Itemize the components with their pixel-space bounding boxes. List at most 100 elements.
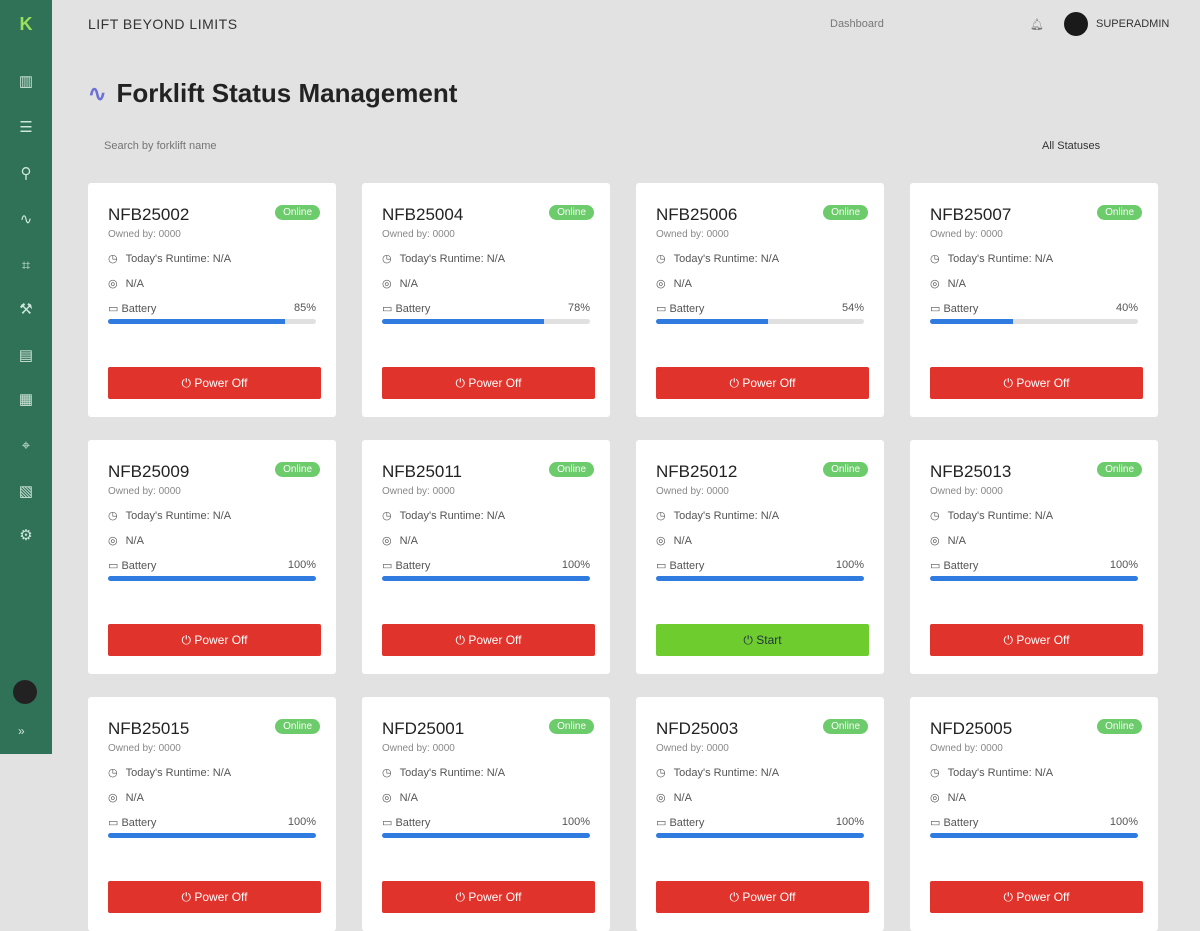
clock-icon: ◷	[930, 767, 940, 779]
battery-fill	[656, 319, 769, 324]
report-icon[interactable]: ▧	[16, 482, 36, 502]
status-badge: Online	[823, 719, 868, 734]
battery-bar	[930, 576, 1138, 581]
battery-fill	[108, 319, 285, 324]
dashboard-icon[interactable]: ▥	[16, 72, 36, 92]
status-badge: Online	[1097, 205, 1142, 220]
power-icon: ⏻	[455, 889, 466, 904]
status-badge: Online	[549, 719, 594, 734]
power-off-button[interactable]: ⏻ Power Off	[930, 881, 1143, 913]
power-icon: ⏻	[1003, 375, 1014, 390]
owner-text: Owned by: 0000	[656, 229, 729, 240]
battery-percent: 100%	[287, 559, 316, 571]
avatar[interactable]	[13, 680, 37, 704]
battery-percent: 54%	[841, 302, 864, 314]
forklift-card: NFB25002 Owned by: 0000 Online ◷ Today's …	[88, 183, 336, 417]
power-off-button[interactable]: ⏻ Power Off	[930, 624, 1143, 656]
user-menu[interactable]: SUPERADMIN	[1064, 12, 1169, 36]
table-icon[interactable]: ▦	[16, 390, 36, 410]
battery-icon: ▭	[656, 560, 667, 572]
activity-icon[interactable]: ∿	[16, 210, 36, 230]
status-badge: Online	[275, 205, 320, 220]
header-nav-text[interactable]: Dashboard	[830, 18, 884, 30]
location-icon: ◎	[382, 278, 392, 290]
map-icon[interactable]: ⌗	[16, 256, 36, 276]
owner-text: Owned by: 0000	[656, 743, 729, 754]
logo-icon[interactable]: K	[16, 14, 36, 34]
button-label: Power Off	[468, 632, 522, 647]
power-icon: ⏻	[455, 375, 466, 390]
battery-fill	[656, 833, 864, 838]
battery-percent: 100%	[561, 559, 590, 571]
settings-icon[interactable]: ⚙	[16, 526, 36, 546]
battery-bar	[382, 319, 590, 324]
clock-icon: ◷	[382, 767, 392, 779]
users-icon[interactable]: ☰	[16, 118, 36, 138]
location-icon[interactable]: ⌖	[16, 436, 36, 456]
owner-text: Owned by: 0000	[108, 229, 181, 240]
clock-icon: ◷	[656, 253, 666, 265]
runtime-text: Today's Runtime: N/A	[673, 766, 780, 779]
battery-label: Battery	[121, 560, 157, 572]
user-avatar	[1064, 12, 1088, 36]
page-title-text: Forklift Status Management	[116, 78, 458, 108]
power-off-button[interactable]: ⏻ Power Off	[656, 367, 869, 399]
battery-label: Battery	[669, 817, 705, 829]
clock-icon: ◷	[656, 767, 666, 779]
runtime-text: Today's Runtime: N/A	[399, 509, 506, 522]
power-off-button[interactable]: ⏻ Power Off	[108, 367, 321, 399]
collapse-icon[interactable]: »	[18, 724, 25, 738]
runtime-text: Today's Runtime: N/A	[125, 766, 232, 779]
button-label: Power Off	[1016, 375, 1070, 390]
list-icon[interactable]: ▤	[16, 346, 36, 366]
status-badge: Online	[275, 462, 320, 477]
location-text: N/A	[673, 791, 692, 804]
battery-percent: 85%	[293, 302, 316, 314]
start-button[interactable]: ⏻ Start	[656, 624, 869, 656]
power-off-button[interactable]: ⏻ Power Off	[382, 624, 595, 656]
location-text: N/A	[947, 791, 966, 804]
location-text: N/A	[673, 277, 692, 290]
status-filter-select[interactable]: All Statuses	[1042, 140, 1100, 152]
location-text: N/A	[947, 277, 966, 290]
battery-percent: 78%	[567, 302, 590, 314]
battery-bar	[382, 576, 590, 581]
location-icon: ◎	[108, 535, 118, 547]
location-text: N/A	[399, 277, 418, 290]
power-off-button[interactable]: ⏻ Power Off	[108, 881, 321, 913]
runtime-text: Today's Runtime: N/A	[399, 252, 506, 265]
battery-percent: 100%	[1109, 816, 1138, 828]
owner-text: Owned by: 0000	[930, 486, 1003, 497]
power-off-button[interactable]: ⏻ Power Off	[930, 367, 1143, 399]
battery-icon: ▭	[382, 303, 393, 315]
owner-text: Owned by: 0000	[108, 743, 181, 754]
power-off-button[interactable]: ⏻ Power Off	[382, 367, 595, 399]
status-badge: Online	[549, 205, 594, 220]
location-icon: ◎	[382, 535, 392, 547]
battery-label: Battery	[669, 303, 705, 315]
runtime-text: Today's Runtime: N/A	[947, 252, 1054, 265]
search-input[interactable]	[104, 140, 404, 152]
forklift-card: NFB25006 Owned by: 0000 Online ◷ Today's …	[636, 183, 884, 417]
power-off-button[interactable]: ⏻ Power Off	[656, 881, 869, 913]
battery-bar	[656, 833, 864, 838]
battery-icon: ▭	[656, 303, 667, 315]
location-text: N/A	[125, 791, 144, 804]
notification-icon[interactable]: 🔔︎	[1030, 18, 1044, 31]
location-icon: ◎	[108, 278, 118, 290]
battery-fill	[656, 576, 864, 581]
button-label: Power Off	[468, 375, 522, 390]
tool-icon[interactable]: ⚒	[16, 300, 36, 320]
runtime-text: Today's Runtime: N/A	[673, 252, 780, 265]
power-icon: ⏻	[743, 632, 753, 647]
power-off-button[interactable]: ⏻ Power Off	[382, 881, 595, 913]
clock-icon: ◷	[382, 510, 392, 522]
location-text: N/A	[125, 534, 144, 547]
battery-fill	[108, 833, 316, 838]
battery-bar	[108, 576, 316, 581]
user-search-icon[interactable]: ⚲	[16, 164, 36, 184]
location-icon: ◎	[108, 792, 118, 804]
forklift-card: NFB25012 Owned by: 0000 Online ◷ Today's …	[636, 440, 884, 674]
battery-bar	[930, 833, 1138, 838]
power-off-button[interactable]: ⏻ Power Off	[108, 624, 321, 656]
